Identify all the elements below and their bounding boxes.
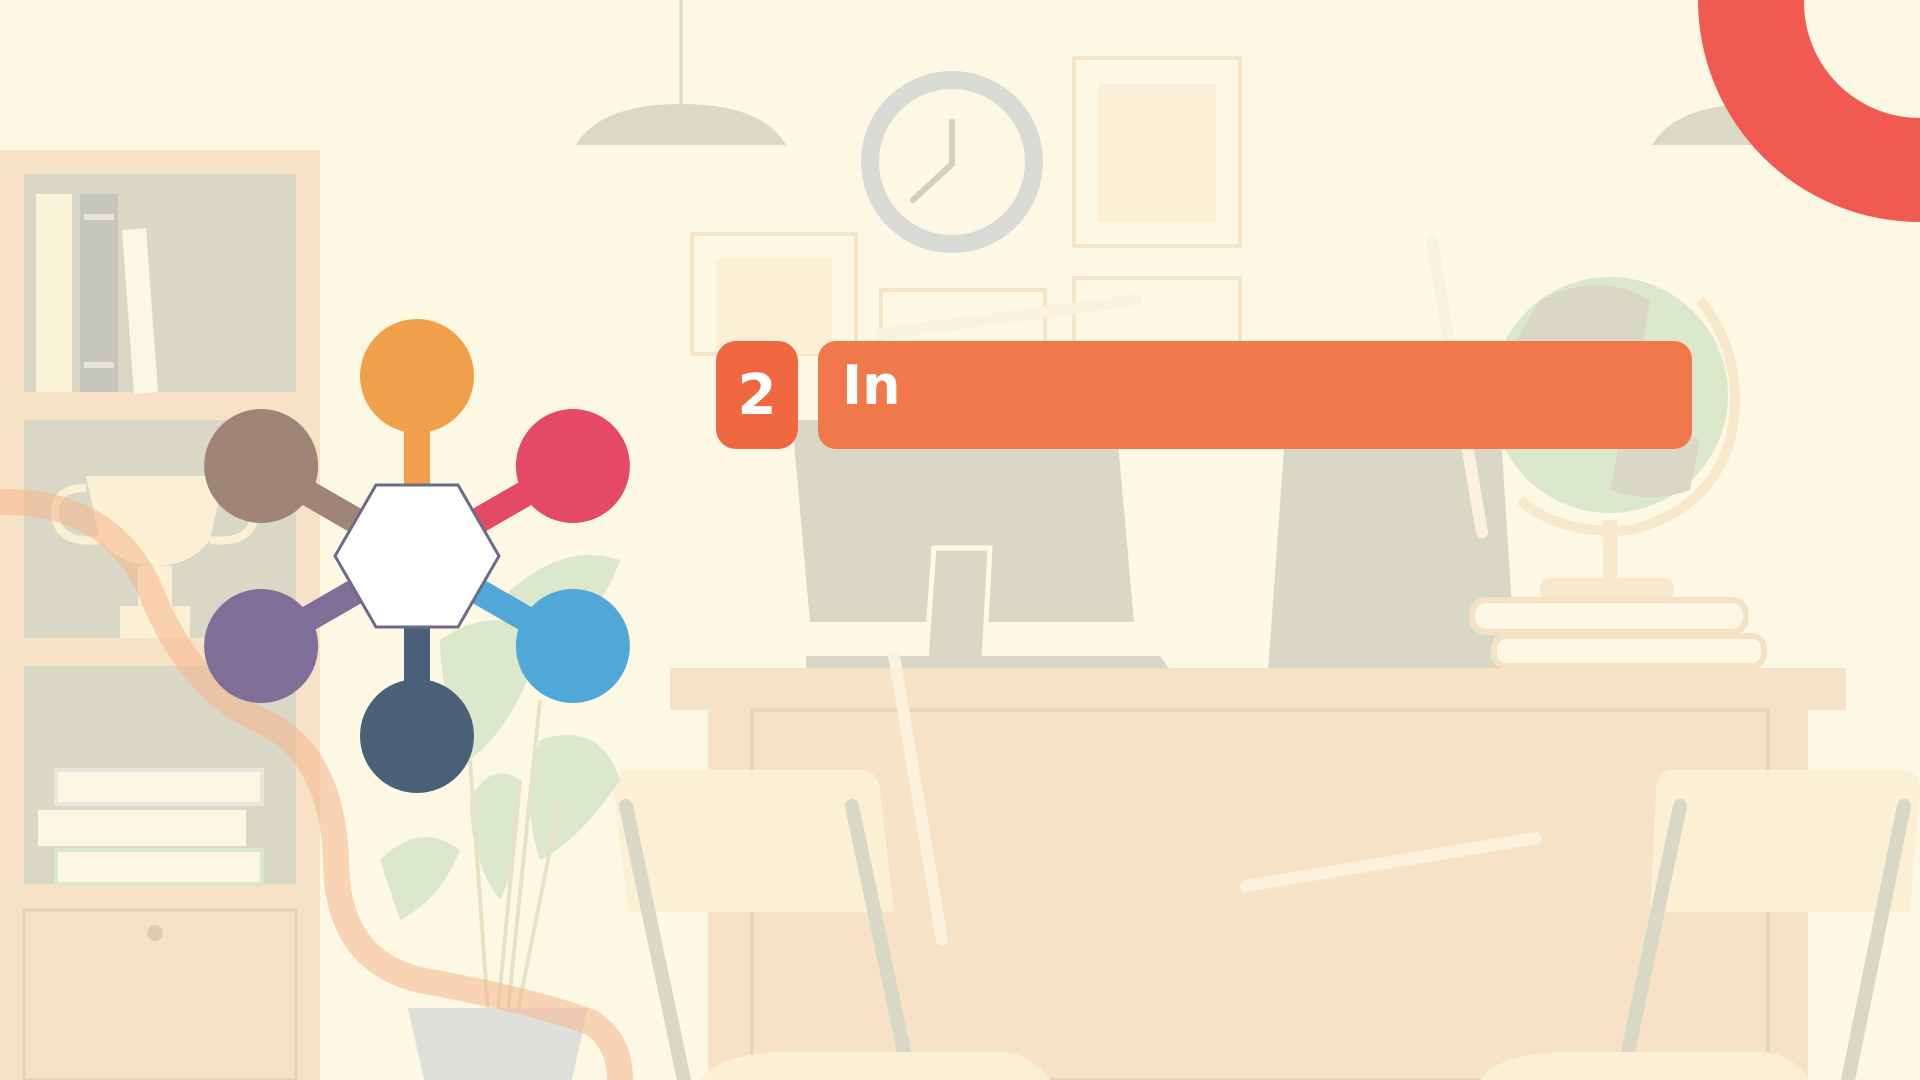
hub-node (360, 319, 474, 433)
hub-node (204, 409, 319, 523)
slide-canvas: 2 In (0, 0, 1920, 1080)
wall-clock-icon (861, 71, 1043, 253)
hub-node (515, 409, 630, 523)
office-background-scene (0, 0, 1920, 1080)
hub-node (204, 589, 319, 703)
title-text: In (842, 354, 901, 417)
title-bar: In (818, 341, 1692, 449)
step-number-badge: 2 (716, 341, 798, 449)
step-number: 2 (737, 362, 777, 428)
hub-node (360, 679, 474, 793)
hub-node (515, 589, 630, 703)
